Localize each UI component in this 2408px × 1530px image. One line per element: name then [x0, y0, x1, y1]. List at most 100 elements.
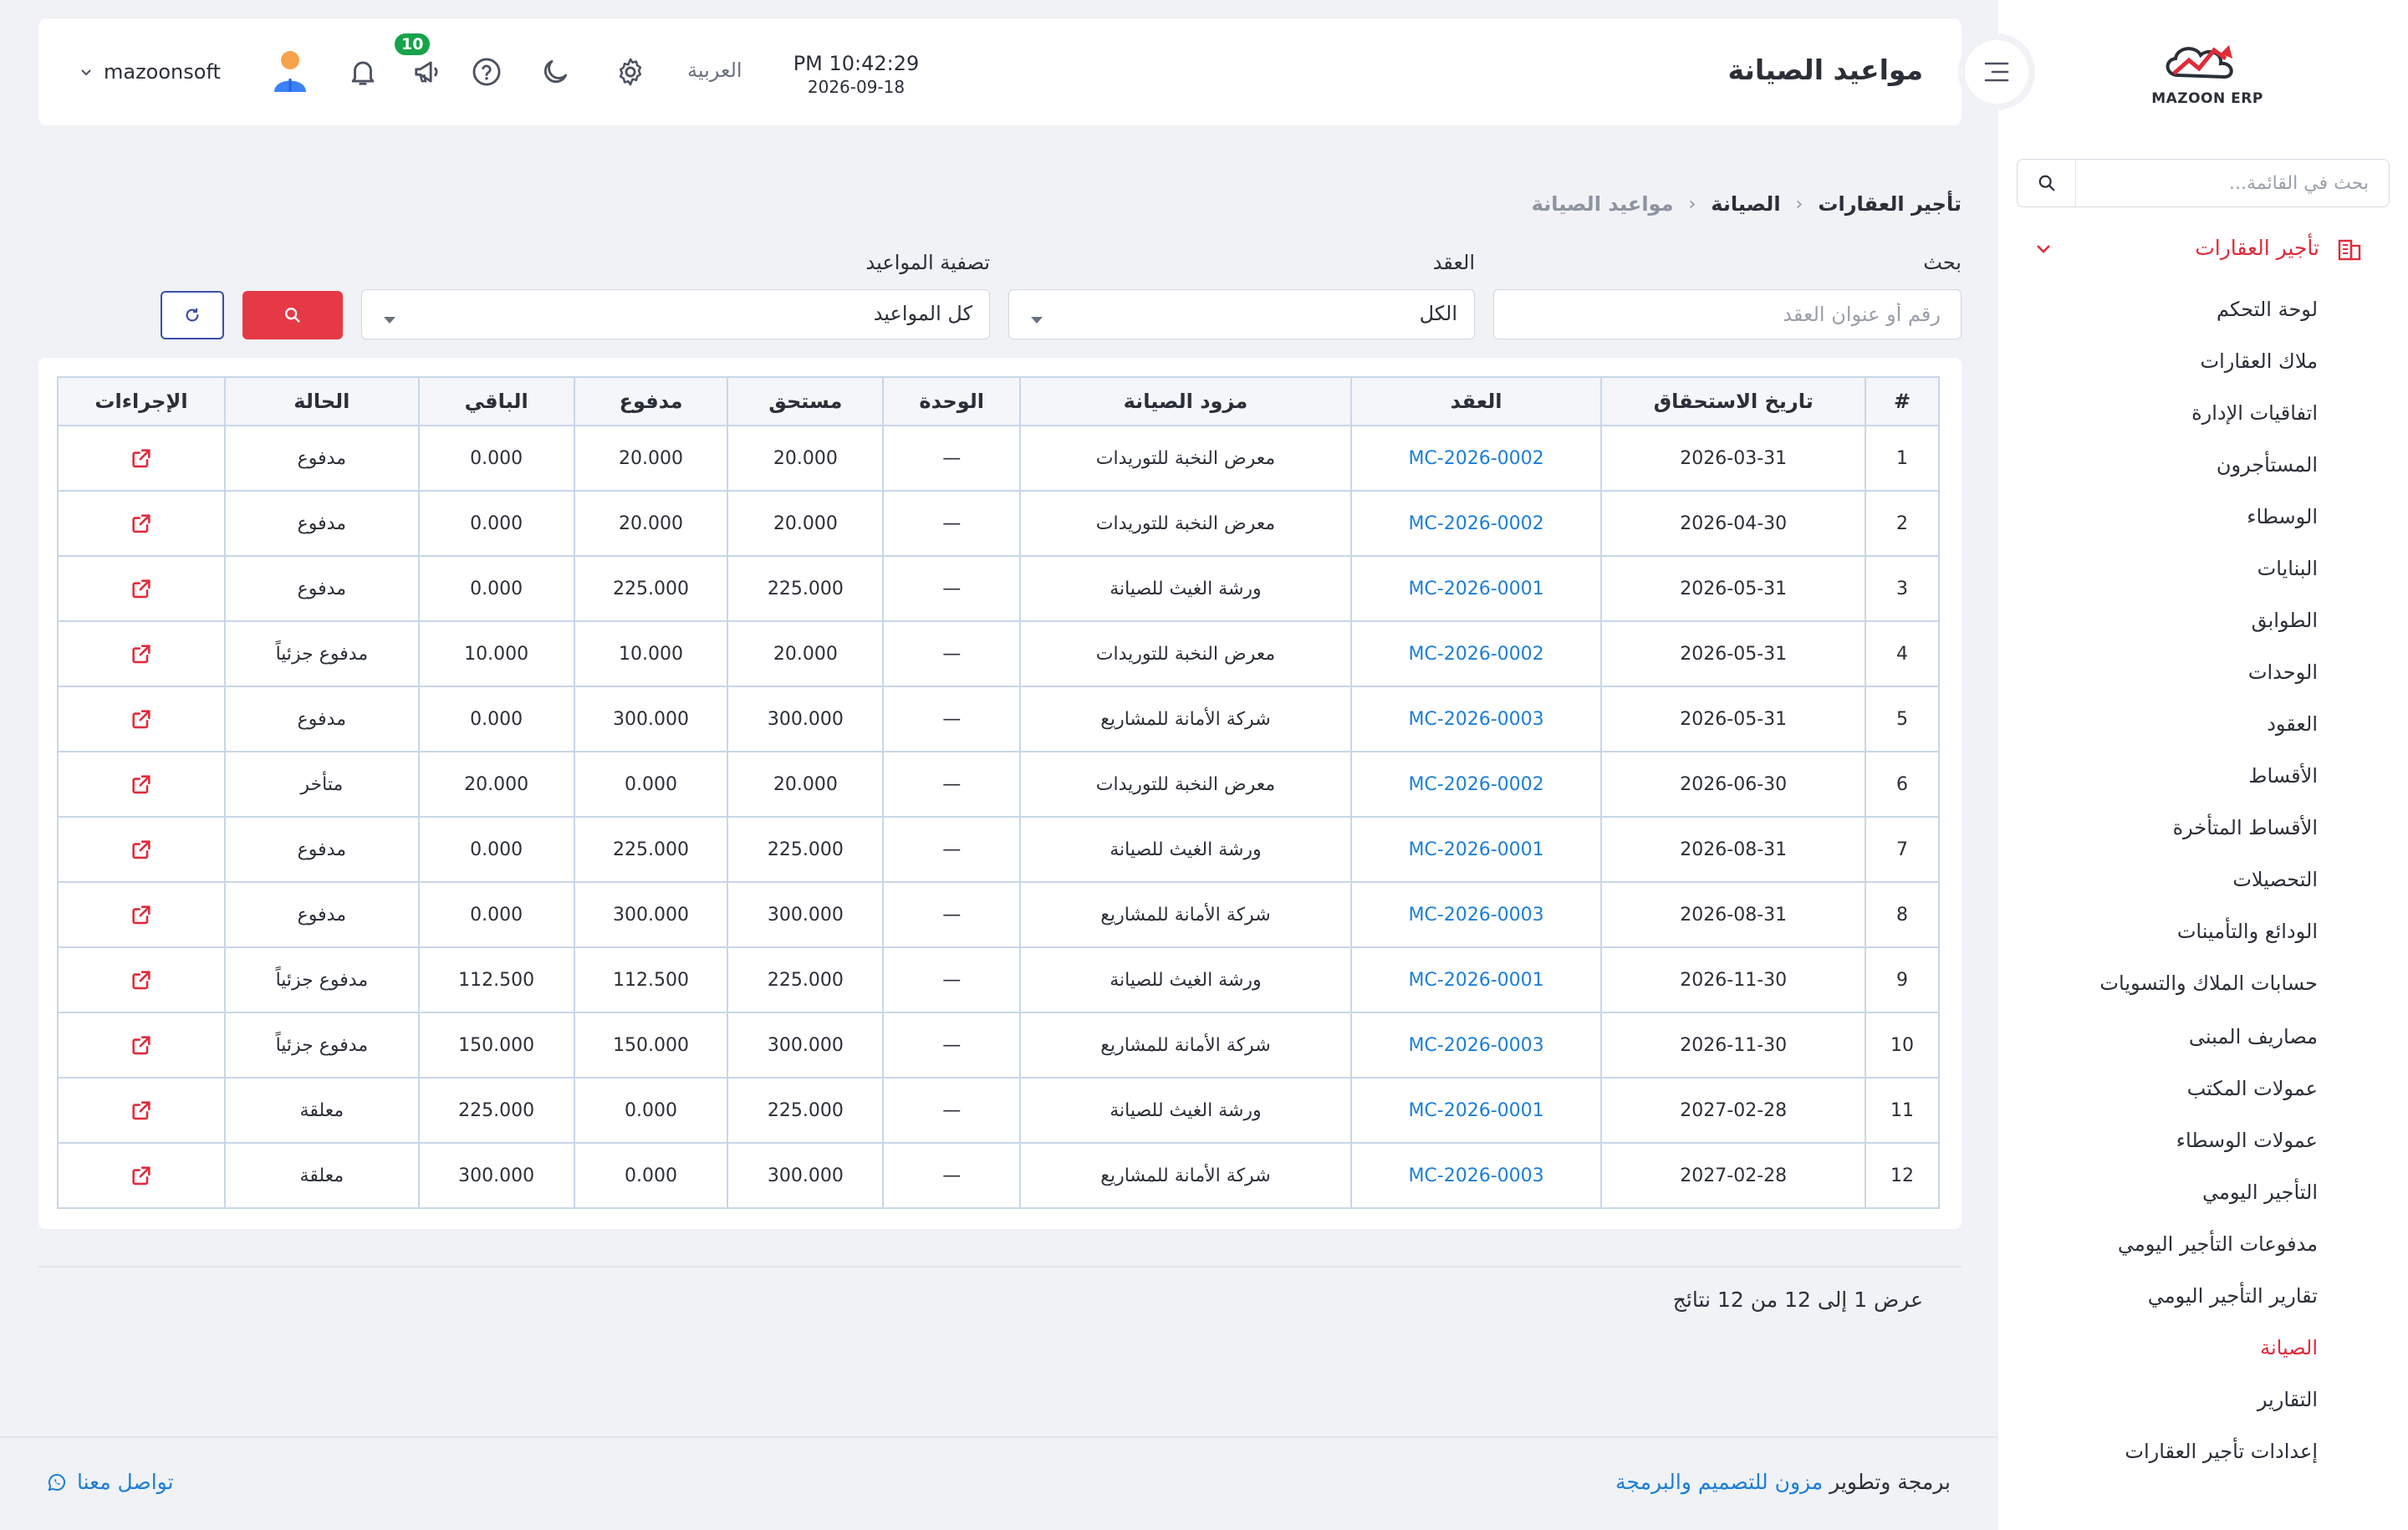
row-contract[interactable]: MC-2026-0003	[1349, 1012, 1603, 1079]
help-icon[interactable]	[468, 54, 505, 90]
row-contract[interactable]: MC-2026-0002	[1349, 620, 1603, 687]
row-due: 20.000	[727, 490, 885, 557]
settings-icon[interactable]	[612, 54, 649, 90]
open-external-icon[interactable]	[130, 447, 153, 468]
open-external-icon[interactable]	[130, 513, 153, 533]
row-due-date: 2026-05-31	[1600, 555, 1867, 622]
row-unit: —	[882, 555, 1022, 622]
table-row: 11 2027-02-28 MC-2026-0001 ورشة الغيث للصيا…	[57, 1077, 1940, 1144]
row-remaining: 225.000	[417, 1077, 575, 1144]
row-due-date: 2027-02-28	[1600, 1077, 1867, 1144]
row-contract[interactable]: MC-2026-0002	[1349, 490, 1603, 557]
row-provider: ورشة الغيث للصيانة	[1019, 816, 1352, 883]
sidebar-item-daily-rental-payments[interactable]: مدفوعات التأجير اليومي	[2118, 1232, 2318, 1256]
row-contract[interactable]: MC-2026-0003	[1349, 686, 1603, 752]
open-external-icon[interactable]	[130, 1165, 153, 1186]
row-contract[interactable]: MC-2026-0003	[1349, 881, 1603, 948]
row-contract[interactable]: MC-2026-0001	[1349, 946, 1603, 1013]
row-remaining: 150.000	[417, 1012, 575, 1079]
sidebar-item-owners[interactable]: ملاك العقارات	[2201, 349, 2318, 373]
sidebar-group-label: تأجير العقارات	[2195, 236, 2319, 260]
bell-icon[interactable]	[344, 54, 381, 90]
row-index: 2	[1865, 490, 1940, 557]
sidebar-item-owner-accounts[interactable]: حسابات الملاك والتسويات	[2099, 972, 2318, 995]
sidebar-item-office-commissions[interactable]: عمولات المكتب	[2187, 1077, 2318, 1100]
megaphone-icon[interactable]	[410, 54, 446, 90]
breadcrumb-maintenance[interactable]: الصيانة	[1711, 192, 1780, 216]
sidebar-group-real-estate[interactable]: تأجير العقارات	[1998, 224, 2408, 274]
sidebar-item-settings[interactable]: إعدادات تأجير العقارات	[2125, 1440, 2318, 1463]
sidebar-item-collections[interactable]: التحصيلات	[2232, 868, 2318, 891]
sidebar-item-units[interactable]: الوحدات	[2248, 660, 2318, 684]
schedule-filter-select[interactable]: كل المواعيد	[361, 289, 990, 339]
language-switch[interactable]: العربية	[687, 59, 742, 82]
row-status: معلقة	[223, 1142, 420, 1209]
search-icon[interactable]	[2018, 160, 2076, 207]
col-due-date[interactable]: تاريخ الاستحقاق	[1600, 376, 1867, 426]
search-input[interactable]	[1494, 290, 1961, 339]
open-external-icon[interactable]	[130, 578, 153, 599]
sidebar-item-overdue-installments[interactable]: الأقساط المتأخرة	[2173, 816, 2318, 839]
row-actions	[57, 816, 226, 883]
col-remaining[interactable]: الباقي	[417, 376, 575, 426]
sidebar-item-reports[interactable]: التقارير	[2258, 1388, 2318, 1411]
col-unit[interactable]: الوحدة	[882, 376, 1022, 426]
row-contract[interactable]: MC-2026-0001	[1349, 816, 1603, 883]
row-index: 12	[1865, 1142, 1940, 1209]
col-contract[interactable]: العقد	[1349, 376, 1603, 426]
sidebar-item-floors[interactable]: الطوابق	[2252, 609, 2318, 632]
user-menu[interactable]: mazoonsoft	[80, 51, 309, 92]
avatar	[271, 48, 309, 95]
col-paid[interactable]: مدفوع	[573, 376, 729, 426]
row-unit: —	[882, 1142, 1022, 1209]
row-unit: —	[882, 620, 1022, 687]
sidebar-search-input[interactable]	[2084, 166, 2369, 200]
row-actions	[57, 686, 226, 752]
row-contract[interactable]: MC-2026-0002	[1349, 425, 1603, 492]
sidebar-item-brokers[interactable]: الوسطاء	[2247, 505, 2318, 528]
open-external-icon[interactable]	[130, 1099, 153, 1120]
footer-credit-link[interactable]: مزون للتصميم والبرمجة	[1615, 1470, 1823, 1494]
sidebar-item-installments[interactable]: الأقساط	[2248, 764, 2318, 788]
row-contract[interactable]: MC-2026-0003	[1349, 1142, 1603, 1209]
row-unit: —	[882, 881, 1022, 948]
col-status[interactable]: الحالة	[223, 376, 420, 426]
contact-us-link[interactable]: تواصل معنا	[47, 1470, 174, 1494]
row-remaining: 0.000	[417, 490, 575, 557]
row-contract[interactable]: MC-2026-0001	[1349, 555, 1603, 622]
breadcrumb: تأجير العقارات ‹ الصيانة ‹ مواعيد الصيان…	[1532, 192, 1962, 216]
breadcrumb-current: مواعيد الصيانة	[1531, 192, 1674, 216]
row-due-date: 2026-08-31	[1600, 816, 1867, 883]
col-due[interactable]: مستحق	[727, 376, 885, 426]
sidebar-item-maintenance[interactable]: الصيانة	[2260, 1336, 2318, 1359]
row-actions	[57, 620, 226, 687]
row-remaining: 0.000	[417, 686, 575, 752]
breadcrumb-real-estate[interactable]: تأجير العقارات	[1818, 192, 1962, 216]
sidebar-item-management-agreements[interactable]: اتفاقيات الإدارة	[2191, 401, 2318, 425]
sidebar-item-dashboard[interactable]: لوحة التحكم	[2217, 298, 2318, 321]
open-external-icon[interactable]	[130, 643, 153, 664]
reset-button[interactable]	[161, 291, 224, 339]
sidebar-item-daily-rental[interactable]: التأجير اليومي	[2202, 1181, 2318, 1204]
app-logo[interactable]: MAZOON ERP	[2149, 33, 2266, 117]
sidebar-item-broker-commissions[interactable]: عمولات الوسطاء	[2176, 1129, 2318, 1152]
row-contract[interactable]: MC-2026-0001	[1349, 1077, 1603, 1144]
open-external-icon[interactable]	[130, 1034, 153, 1055]
sidebar-item-buildings[interactable]: البنايات	[2258, 557, 2318, 580]
sidebar-item-tenants[interactable]: المستأجرون	[2217, 453, 2318, 477]
menu-toggle-button[interactable]	[1958, 33, 2035, 110]
open-external-icon[interactable]	[130, 773, 153, 794]
row-contract[interactable]: MC-2026-0002	[1349, 751, 1603, 818]
sidebar-item-contracts[interactable]: العقود	[2267, 712, 2318, 736]
sidebar-item-building-expenses[interactable]: مصاريف المبنى	[2189, 1025, 2318, 1048]
contract-select[interactable]: الكل	[1008, 289, 1475, 339]
col-provider[interactable]: مزود الصيانة	[1019, 376, 1352, 426]
search-button[interactable]	[242, 291, 343, 339]
open-external-icon[interactable]	[130, 708, 153, 729]
open-external-icon[interactable]	[130, 904, 153, 925]
open-external-icon[interactable]	[130, 839, 153, 859]
open-external-icon[interactable]	[130, 969, 153, 990]
sidebar-item-deposits[interactable]: الودائع والتأمينات	[2177, 920, 2318, 943]
dark-mode-icon[interactable]	[537, 54, 574, 90]
sidebar-item-daily-rental-reports[interactable]: تقارير التأجير اليومي	[2148, 1284, 2318, 1308]
